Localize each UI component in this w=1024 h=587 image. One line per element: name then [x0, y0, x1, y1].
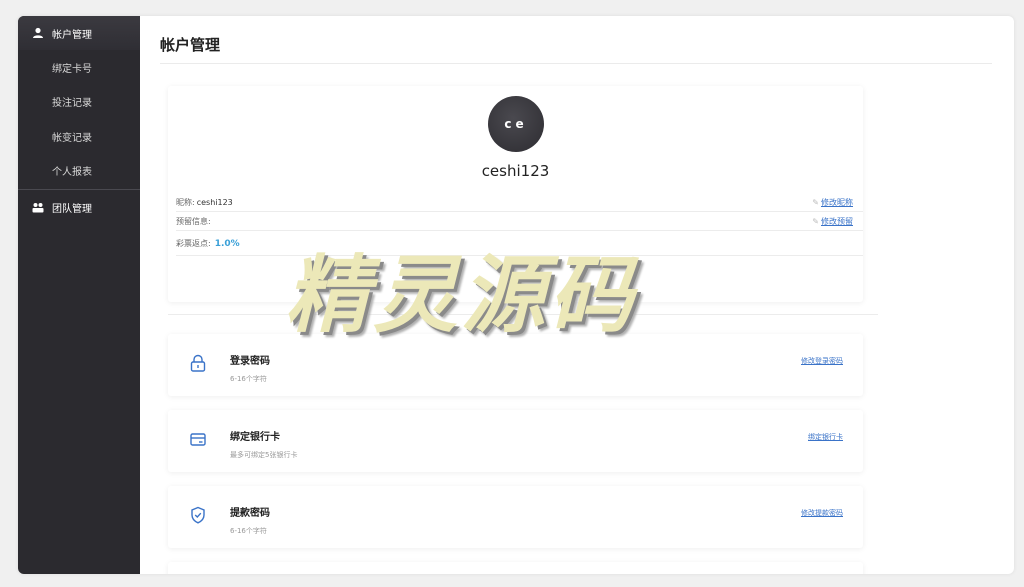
reserved-row: 预留信息: ✎ 修改预留: [176, 213, 863, 231]
section-subtitle: 6-16个字符: [230, 527, 267, 535]
change-login-password-link[interactable]: 修改登录密码: [801, 356, 843, 366]
sidebar-group-label: 团队管理: [52, 203, 92, 215]
section-subtitle: 最多可绑定5张银行卡: [230, 451, 298, 459]
pencil-icon: ✎: [812, 217, 819, 226]
lock-icon: [190, 354, 206, 372]
bind-bank-card-link[interactable]: 绑定银行卡: [808, 432, 843, 442]
profile-card: ce ceshi123 昵称: ceshi123 ✎ 修改昵称 预留信息: ✎ 修改…: [168, 86, 863, 302]
sidebar-group-team[interactable]: 团队管理: [18, 190, 140, 224]
sidebar-group-label: 帐户管理: [52, 29, 92, 41]
section-title: 绑定银行卡: [230, 432, 280, 443]
section-divider: [168, 314, 878, 315]
pencil-icon: ✎: [812, 198, 819, 207]
main-content: 帐户管理 ce ceshi123 昵称: ceshi123 ✎ 修改昵称 预留信息…: [140, 16, 1014, 574]
sidebar-item-account-changes[interactable]: 帐变记录: [18, 119, 140, 154]
edit-nickname-label: 修改昵称: [821, 198, 853, 207]
user-icon: [33, 27, 43, 38]
sidebar-item-personal-report[interactable]: 个人报表: [18, 154, 140, 189]
login-password-card: 登录密码 6-16个字符 修改登录密码: [168, 334, 863, 396]
sidebar: 帐户管理 绑定卡号 投注记录 帐变记录 个人报表 团队管理: [18, 16, 140, 574]
bank-card-card: 绑定银行卡 最多可绑定5张银行卡 绑定银行卡: [168, 410, 863, 472]
sidebar-item-bet-records[interactable]: 投注记录: [18, 85, 140, 120]
card-icon: [190, 433, 206, 446]
reserved-label: 预留信息:: [176, 217, 211, 226]
nickname-label: 昵称:: [176, 198, 195, 207]
next-section-card: [168, 562, 863, 574]
sidebar-item-bind-card[interactable]: 绑定卡号: [18, 50, 140, 85]
rebate-value: 1.0%: [214, 238, 240, 249]
rebate-label: 彩票返点:: [176, 239, 211, 248]
rebate-row: 彩票返点: 1.0%: [176, 232, 863, 256]
nickname-row: 昵称: ceshi123 ✎ 修改昵称: [176, 194, 863, 212]
section-title: 提款密码: [230, 508, 270, 519]
change-withdraw-password-link[interactable]: 修改提款密码: [801, 508, 843, 518]
edit-reserved-label: 修改预留: [821, 217, 853, 226]
title-divider: [160, 63, 992, 64]
app-frame: 帐户管理 绑定卡号 投注记录 帐变记录 个人报表 团队管理 帐户管理 ce ce…: [18, 16, 1014, 574]
team-icon: [32, 203, 44, 213]
section-title: 登录密码: [230, 356, 270, 367]
withdraw-password-card: 提款密码 6-16个字符 修改提款密码: [168, 486, 863, 548]
page-title: 帐户管理: [160, 36, 221, 54]
avatar: ce: [488, 96, 544, 152]
username: ceshi123: [481, 162, 550, 180]
edit-reserved-link[interactable]: ✎ 修改预留: [812, 216, 853, 227]
sidebar-group-account[interactable]: 帐户管理: [18, 16, 140, 50]
edit-nickname-link[interactable]: ✎ 修改昵称: [812, 197, 853, 208]
shield-icon: [191, 506, 205, 524]
section-subtitle: 6-16个字符: [230, 375, 267, 383]
nickname-value: ceshi123: [196, 198, 233, 207]
